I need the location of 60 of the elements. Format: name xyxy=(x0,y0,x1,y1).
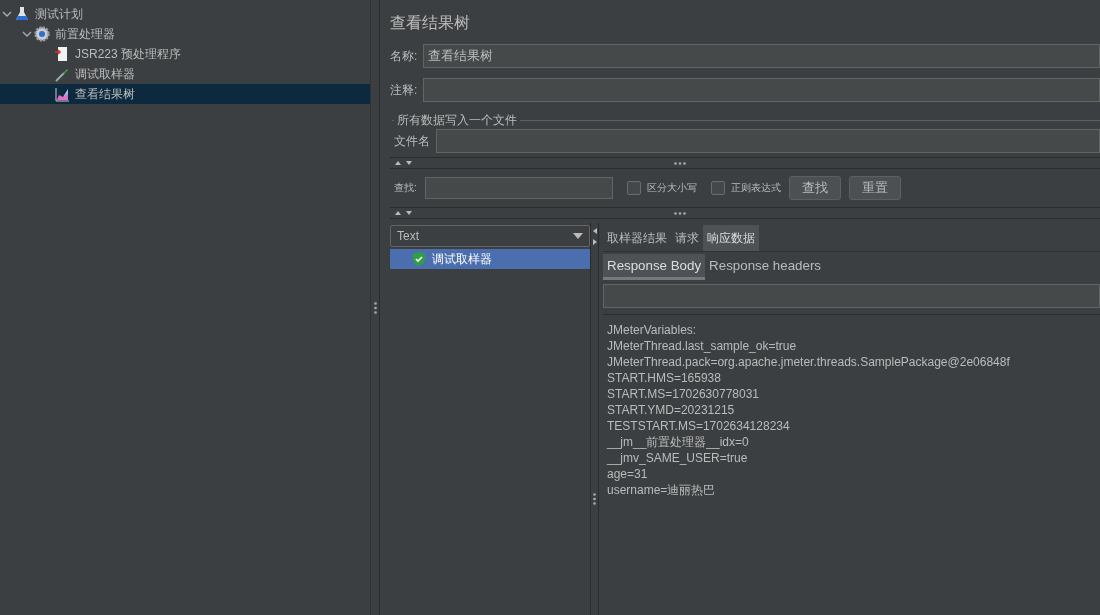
response-line: __jm__前置处理器__idx=0 xyxy=(607,434,749,450)
drag-handle-icon[interactable] xyxy=(674,211,686,215)
drag-handle-icon[interactable] xyxy=(674,161,686,165)
search-button[interactable]: 查找 xyxy=(788,176,841,200)
field-label: 文件名 xyxy=(394,132,430,150)
tree-item-label: 查看结果树 xyxy=(75,85,135,103)
tree-item-label: 调试取样器 xyxy=(75,65,135,83)
tab[interactable]: Response Body xyxy=(603,254,706,280)
search-field[interactable] xyxy=(424,177,613,199)
collapse-arrows-icon[interactable] xyxy=(394,160,414,166)
panel-title: 查看结果树 xyxy=(390,13,470,33)
tab[interactable]: 取样器结果 xyxy=(603,225,671,251)
tree-item[interactable]: 调试取样器 xyxy=(0,64,370,84)
tree-item[interactable]: 测试计划 xyxy=(0,4,370,24)
flask-icon xyxy=(14,6,30,22)
sample-item[interactable]: 调试取样器 xyxy=(390,249,590,269)
field-label: 名称: xyxy=(390,47,418,65)
tab[interactable]: 请求 xyxy=(671,225,703,251)
response-line: START.MS=1702630778031 xyxy=(607,386,759,402)
tree-item[interactable]: 查看结果树 xyxy=(0,84,370,104)
response-line: TESTSTART.MS=1702634128234 xyxy=(607,418,790,434)
dropper-icon xyxy=(54,66,70,82)
tab[interactable]: Response headers xyxy=(705,254,825,280)
response-search-field[interactable] xyxy=(603,284,1100,308)
field-label: 查找: xyxy=(394,181,417,195)
tree-item-label: 测试计划 xyxy=(35,5,83,23)
field-label: 注释: xyxy=(390,81,418,99)
dropdown-value: Text xyxy=(397,229,419,243)
caret-down-icon xyxy=(573,233,583,239)
checkbox[interactable] xyxy=(710,181,725,195)
name-field[interactable]: 查看结果树 xyxy=(423,44,1100,68)
drag-handle-icon[interactable] xyxy=(373,301,377,314)
response-line: username=迪丽热巴 xyxy=(607,482,716,498)
response-line: START.YMD=20231215 xyxy=(607,402,735,418)
collapse-arrows-icon[interactable] xyxy=(394,210,414,216)
tree-item-label: JSR223 预处理程序 xyxy=(75,45,182,63)
checkbox-label: 区分大小写 xyxy=(646,181,697,195)
response-line: START.HMS=165938 xyxy=(607,370,721,386)
tree-item-label: 前置处理器 xyxy=(55,25,115,43)
group-title: 所有数据写入一个文件 xyxy=(396,112,518,129)
response-line: age=31 xyxy=(607,466,648,482)
gear-icon xyxy=(34,26,50,42)
drag-handle-icon[interactable] xyxy=(593,493,596,505)
chart-icon xyxy=(54,86,70,102)
file-name-field[interactable] xyxy=(436,129,1100,153)
collapse-arrows-icon[interactable] xyxy=(591,227,598,247)
renderer-dropdown[interactable]: Text xyxy=(390,225,590,247)
response-line: JMeterThread.last_sample_ok=true xyxy=(607,338,797,354)
comment-field[interactable] xyxy=(423,78,1100,102)
search-button[interactable]: 重置 xyxy=(848,176,901,200)
response-line: JMeterVariables: xyxy=(607,322,697,338)
response-line: JMeterThread.pack=org.apache.jmeter.threads.SamplePackage@2e06848f xyxy=(607,354,1010,370)
checkbox[interactable] xyxy=(626,181,641,195)
tab[interactable]: 响应数据 xyxy=(703,225,759,251)
checkbox-label: 正则表达式 xyxy=(730,181,781,195)
document-icon xyxy=(54,46,70,62)
sample-label: 调试取样器 xyxy=(432,250,492,268)
response-line: __jmv_SAME_USER=true xyxy=(607,450,748,466)
tree-item[interactable]: 前置处理器 xyxy=(0,24,370,44)
tree-item[interactable]: JSR223 预处理程序 xyxy=(0,44,370,64)
